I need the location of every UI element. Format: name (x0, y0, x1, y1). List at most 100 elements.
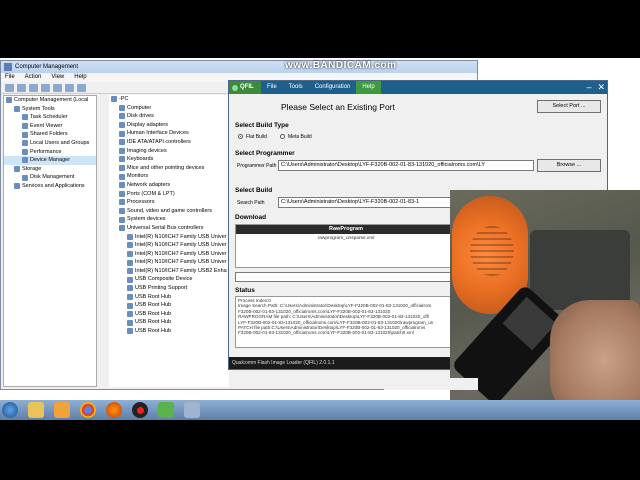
record-icon[interactable] (132, 402, 148, 418)
status-line: RAWPROGRAM file path: C:\Users\Administr… (238, 314, 429, 320)
media-player-icon[interactable] (54, 402, 70, 418)
device-item[interactable]: Network adapters (109, 181, 229, 190)
device-node-icon (119, 113, 125, 120)
qfil-menu-tools[interactable]: Tools (283, 81, 309, 94)
tree-item[interactable]: Event Viewer (4, 122, 96, 131)
qfil-menu-help[interactable]: Help (356, 81, 381, 94)
chrome-icon[interactable] (80, 402, 96, 418)
tree-item[interactable]: Device Manager (4, 156, 96, 165)
device-item[interactable]: System devices (109, 215, 229, 224)
select-port-heading: Please Select an Existing Port (281, 102, 395, 112)
tree-item[interactable]: Local Users and Groups (4, 139, 96, 148)
device-item-label: IDE ATA/ATAPI controllers (127, 138, 191, 145)
device-item[interactable]: Imaging devices (109, 147, 229, 156)
device-item[interactable]: USB Root Hub (109, 327, 229, 336)
device-item[interactable]: -PC (109, 95, 229, 104)
forward-icon[interactable] (17, 84, 26, 92)
meta-build-radio[interactable] (280, 134, 285, 139)
cm-menu-help[interactable]: Help (74, 73, 86, 82)
camera-photo (450, 190, 640, 420)
device-item[interactable]: Intel(R) N10/ICH7 Family USB Univer (109, 258, 229, 267)
device-item[interactable]: Human Interface Devices (109, 129, 229, 138)
device-item-label: Monitors (127, 173, 149, 180)
device-item-label: Intel(R) N10/ICH7 Family USB Univer (135, 259, 227, 266)
qfil-menu-file[interactable]: File (261, 81, 283, 94)
help-icon[interactable] (65, 84, 74, 92)
meta-build-label: Meta Build (288, 134, 312, 140)
device-item[interactable]: IDE ATA/ATAPI controllers (109, 138, 229, 147)
device-item[interactable]: USB Root Hub (109, 310, 229, 319)
qfil-menu-bar: File Tools Configuration Help (261, 81, 381, 94)
device-item[interactable]: Sound, video and game controllers (109, 207, 229, 216)
flat-build-radio[interactable] (238, 134, 243, 139)
minimize-button[interactable]: – (586, 81, 591, 94)
tree-item[interactable]: System Tools (4, 105, 96, 114)
device-item[interactable]: Display adapters (109, 121, 229, 130)
tree-node-icon (14, 183, 20, 190)
download-icon[interactable] (158, 402, 174, 418)
device-node-icon (119, 182, 125, 189)
network-icon[interactable] (184, 402, 200, 418)
programmer-path-field[interactable]: C:\Users\Administrator\Desktop\LYF-F320B… (278, 160, 534, 171)
device-item[interactable]: Monitors (109, 172, 229, 181)
device-item[interactable]: Universal Serial Bus controllers (109, 224, 229, 233)
folder-icon[interactable] (28, 402, 44, 418)
download-secondary-field[interactable] (235, 272, 457, 282)
scan-hardware-icon[interactable] (77, 84, 86, 92)
device-item[interactable]: Keyboards (109, 155, 229, 164)
device-item[interactable]: USB Composite Device (109, 275, 229, 284)
cm-status-area (384, 378, 478, 390)
tree-item-label: Shared Folders (30, 131, 68, 138)
back-icon[interactable] (5, 84, 14, 92)
tree-item[interactable]: Storage (4, 165, 96, 174)
device-item[interactable]: USB Root Hub (109, 293, 229, 302)
device-item-label: USB Printing Support (135, 285, 188, 292)
device-item[interactable]: USB Root Hub (109, 318, 229, 327)
device-node-icon (127, 259, 133, 266)
close-button[interactable]: ✕ (597, 81, 605, 94)
device-node-icon (127, 285, 133, 292)
device-item[interactable]: USB Root Hub (109, 301, 229, 310)
download-label: Download (235, 214, 267, 221)
device-item[interactable]: Intel(R) N10/ICH7 Family USB Univer (109, 233, 229, 242)
search-path-field[interactable]: C:\Users\Administrator\Desktop\LYF-F320B… (278, 197, 452, 208)
cm-menu-action[interactable]: Action (25, 73, 42, 82)
device-item[interactable]: Ports (COM & LPT) (109, 190, 229, 199)
browse-button[interactable]: Browse ... (537, 159, 601, 172)
device-item[interactable]: Processors (109, 198, 229, 207)
tree-item-label: Computer Management (Local (14, 97, 89, 103)
device-node-icon (127, 250, 133, 257)
show-tree-icon[interactable] (41, 84, 50, 92)
tree-item-label: Local Users and Groups (30, 139, 90, 146)
tree-item[interactable]: Disk Management (4, 173, 96, 182)
device-manager-tree: -PC Computer Disk drives Display adapters Hu… (109, 95, 229, 387)
device-item[interactable]: Mice and other pointing devices (109, 164, 229, 173)
device-item[interactable]: Intel(R) N10/ICH7 Family USB Univer (109, 241, 229, 250)
properties-icon[interactable] (53, 84, 62, 92)
table-row[interactable]: rawprogram_unsparse.xml (236, 234, 456, 243)
qfil-logo-text: QFIL (240, 84, 254, 90)
device-item[interactable]: Intel(R) N10/ICH7 Family USB2 Enha (109, 267, 229, 276)
taskbar (0, 400, 640, 420)
qfil-menu-configuration[interactable]: Configuration (309, 81, 357, 94)
tree-item[interactable]: Task Scheduler (4, 113, 96, 122)
tree-item[interactable]: Performance (4, 148, 96, 157)
up-folder-icon[interactable] (29, 84, 38, 92)
firefox-icon[interactable] (106, 402, 122, 418)
tree-item[interactable]: Services and Applications (4, 182, 96, 191)
start-orb-icon[interactable] (2, 402, 18, 418)
tree-item[interactable]: Computer Management (Local (4, 96, 96, 105)
cm-menu-view[interactable]: View (51, 73, 64, 82)
device-node-icon (111, 96, 117, 103)
device-item[interactable]: Intel(R) N10/ICH7 Family USB Univer (109, 250, 229, 259)
device-item[interactable]: USB Printing Support (109, 284, 229, 293)
tree-item[interactable]: Shared Folders (4, 130, 96, 139)
select-port-button[interactable]: Select Port ... (537, 100, 601, 113)
cm-title-bar[interactable]: Computer Management (1, 61, 477, 73)
bandicam-watermark: www.BANDICAM.com (285, 60, 397, 71)
device-item[interactable]: Computer (109, 104, 229, 113)
device-item[interactable]: Disk drives (109, 112, 229, 121)
cm-menu-file[interactable]: File (5, 73, 15, 82)
device-node-icon (119, 199, 125, 206)
device-node-icon (127, 242, 133, 249)
